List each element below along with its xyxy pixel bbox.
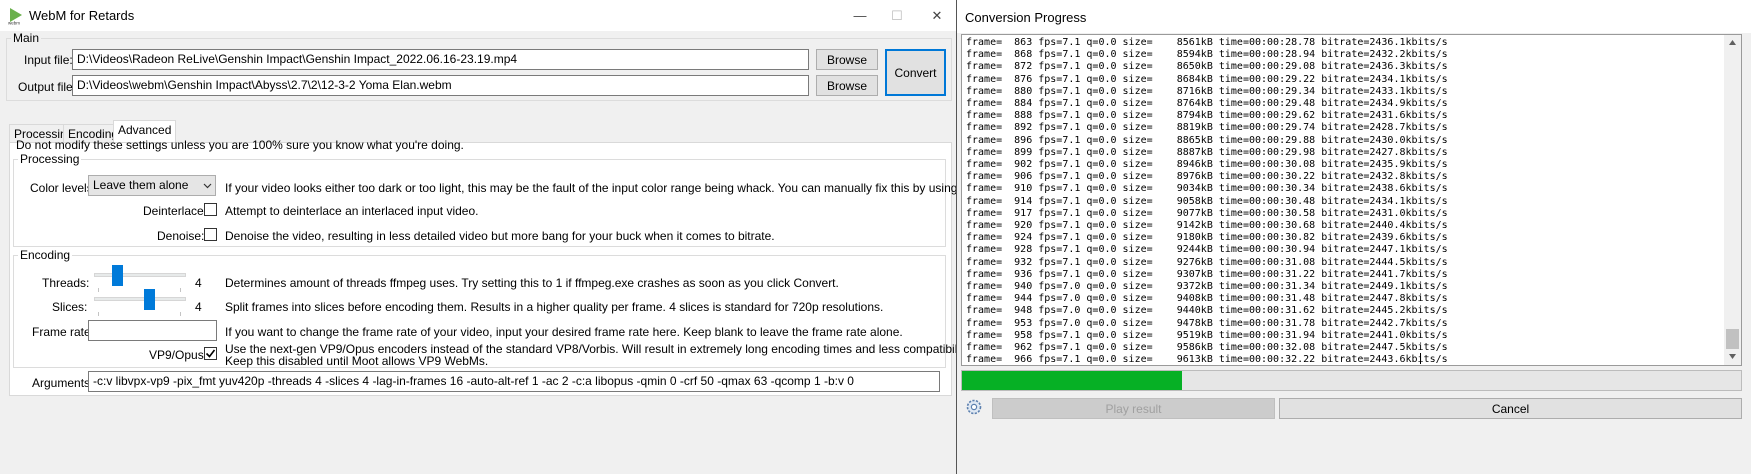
main-group-legend: Main — [13, 31, 40, 45]
minimize-icon: — — [853, 8, 867, 23]
color-levels-label: Color levels: — [30, 181, 97, 195]
log-line: frame= 884 fps=7.1 q=0.0 size= 8764kB ti… — [966, 98, 1448, 110]
threads-value: 4 — [195, 276, 202, 290]
log-scrollbar-thumb[interactable] — [1726, 329, 1739, 349]
arguments-label: Arguments: — [32, 376, 94, 390]
log-line: frame= 872 fps=7.1 q=0.0 size= 8650kB ti… — [966, 61, 1448, 73]
frame-rate-label: Frame rate: — [32, 325, 95, 339]
log-line: frame= 928 fps=7.1 q=0.0 size= 9244kB ti… — [966, 244, 1448, 256]
vp9-opus-checkbox[interactable] — [204, 347, 217, 360]
output-file-label: Output file: — [18, 80, 77, 94]
frame-rate-help: If you want to change the frame rate of … — [225, 325, 903, 339]
threads-slider-track — [94, 273, 186, 277]
log-line: frame= 944 fps=7.0 q=0.0 size= 9408kB ti… — [966, 293, 1448, 305]
color-levels-value: Leave them alone — [93, 178, 189, 192]
log-lines: frame= 863 fps=7.1 q=0.0 size= 8561kB ti… — [966, 37, 1448, 366]
log-line: frame= 876 fps=7.1 q=0.0 size= 8684kB ti… — [966, 73, 1448, 85]
browse-input-button[interactable]: Browse — [816, 49, 878, 70]
denoise-checkbox[interactable] — [204, 228, 217, 241]
progress-titlebar[interactable]: Conversion Progress — [957, 0, 1751, 33]
output-file-field[interactable]: D:\Videos\webm\Genshin Impact\Abyss\2.7\… — [72, 75, 809, 96]
webm-logo-icon: webm — [8, 8, 22, 26]
log-line: frame= 888 fps=7.1 q=0.0 size= 8794kB ti… — [966, 110, 1448, 122]
log-line: frame= 962 fps=7.1 q=0.0 size= 9586kB ti… — [966, 342, 1448, 354]
text-caret — [1420, 353, 1421, 364]
color-levels-select[interactable]: Leave them alone — [88, 175, 216, 196]
threads-label: Threads: — [42, 276, 90, 290]
ffmpeg-log-output[interactable]: frame= 863 fps=7.1 q=0.0 size= 8561kB ti… — [961, 34, 1742, 366]
input-file-label: Input file: — [24, 53, 73, 67]
log-line: frame= 936 fps=7.1 q=0.0 size= 9307kB ti… — [966, 268, 1448, 280]
vp9-opus-label: VP9/Opus: — [149, 348, 208, 362]
threads-slider-thumb[interactable] — [111, 265, 123, 286]
log-line: frame= 892 fps=7.1 q=0.0 size= 8819kB ti… — [966, 122, 1448, 134]
progress-bar-fill — [962, 371, 1183, 390]
deinterlace-checkbox[interactable] — [204, 203, 217, 216]
chevron-down-icon — [203, 183, 212, 189]
log-line: frame= 932 fps=7.1 q=0.0 size= 9276kB ti… — [966, 256, 1448, 268]
scroll-up-icon[interactable] — [1728, 39, 1737, 46]
slices-help: Split frames into slices before encoding… — [225, 300, 884, 314]
conversion-progress-window: Conversion Progress frame= 863 fps=7.1 q… — [956, 0, 1751, 474]
slices-slider-track — [94, 297, 186, 301]
frame-rate-input[interactable] — [88, 320, 217, 341]
log-line: frame= 899 fps=7.1 q=0.0 size= 8887kB ti… — [966, 146, 1448, 158]
progress-window-title: Conversion Progress — [965, 10, 1087, 25]
play-result-button[interactable]: Play result — [992, 398, 1275, 419]
input-file-field[interactable]: D:\Videos\Radeon ReLive\Genshin Impact\G… — [72, 49, 809, 70]
log-line: frame= 966 fps=7.1 q=0.0 size= 9613kB ti… — [966, 354, 1448, 366]
svg-text:webm: webm — [8, 21, 20, 26]
deinterlace-help: Attempt to deinterlace an interlaced inp… — [225, 204, 479, 218]
window-title: WebM for Retards — [29, 8, 135, 23]
processing-group-legend: Processing — [20, 152, 80, 166]
scroll-down-icon[interactable] — [1728, 353, 1737, 360]
log-scrollbar[interactable] — [1724, 35, 1741, 365]
deinterlace-label: Deinterlace: — [143, 204, 208, 218]
log-line: frame= 953 fps=7.0 q=0.0 size= 9478kB ti… — [966, 317, 1448, 329]
log-line: frame= 940 fps=7.0 q=0.0 size= 9372kB ti… — [966, 281, 1448, 293]
maximize-icon: ☐ — [891, 7, 903, 23]
log-line: frame= 880 fps=7.1 q=0.0 size= 8716kB ti… — [966, 85, 1448, 97]
convert-button[interactable]: Convert — [885, 49, 946, 96]
settings-gear-icon[interactable] — [965, 398, 983, 416]
slices-slider-tick — [180, 312, 181, 316]
cancel-button[interactable]: Cancel — [1279, 398, 1742, 419]
conversion-progress-bar — [961, 370, 1742, 391]
slices-value: 4 — [195, 300, 202, 314]
slices-label: Slices: — [52, 300, 88, 314]
log-line: frame= 906 fps=7.1 q=0.0 size= 8976kB ti… — [966, 171, 1448, 183]
denoise-label: Denoise: — [157, 229, 205, 243]
log-line: frame= 863 fps=7.1 q=0.0 size= 8561kB ti… — [966, 37, 1448, 48]
close-button[interactable]: ✕ — [914, 0, 960, 31]
log-line: frame= 958 fps=7.1 q=0.0 size= 9519kB ti… — [966, 329, 1448, 341]
close-icon: ✕ — [931, 7, 943, 23]
encoding-group-legend: Encoding — [20, 248, 71, 262]
threads-help: Determines amount of threads ffmpeg uses… — [225, 276, 839, 290]
log-line: frame= 920 fps=7.1 q=0.0 size= 9142kB ti… — [966, 220, 1448, 232]
advanced-tab-panel: Do not modify these settings unless you … — [9, 138, 1019, 396]
log-line: frame= 948 fps=7.0 q=0.0 size= 9440kB ti… — [966, 305, 1448, 317]
log-line: frame= 917 fps=7.1 q=0.0 size= 9077kB ti… — [966, 207, 1448, 219]
color-levels-help: If your video looks either too dark or t… — [225, 181, 1019, 195]
main-window: webm WebM for Retards — ☐ ✕ Main Input f… — [0, 0, 1065, 474]
slices-slider-tick — [98, 312, 99, 316]
arguments-input[interactable]: -c:v libvpx-vp9 -pix_fmt yuv420p -thread… — [88, 371, 940, 392]
log-line: frame= 896 fps=7.1 q=0.0 size= 8865kB ti… — [966, 134, 1448, 146]
log-line: frame= 914 fps=7.1 q=0.0 size= 9058kB ti… — [966, 195, 1448, 207]
slices-slider-thumb[interactable] — [144, 289, 156, 310]
denoise-help: Denoise the video, resulting in less det… — [225, 229, 775, 243]
main-titlebar[interactable]: webm WebM for Retards — ☐ ✕ — [0, 0, 1065, 31]
slices-slider[interactable] — [94, 289, 186, 317]
vp9-opus-help-line2: Keep this disabled until Moot allows VP9… — [225, 354, 489, 368]
log-line: frame= 924 fps=7.1 q=0.0 size= 9180kB ti… — [966, 232, 1448, 244]
browse-output-button[interactable]: Browse — [816, 75, 878, 96]
log-line: frame= 910 fps=7.1 q=0.0 size= 9034kB ti… — [966, 183, 1448, 195]
log-line: frame= 868 fps=7.1 q=0.0 size= 8594kB ti… — [966, 49, 1448, 61]
advanced-warning: Do not modify these settings unless you … — [16, 138, 464, 152]
log-line: frame= 902 fps=7.1 q=0.0 size= 8946kB ti… — [966, 159, 1448, 171]
checkmark-icon — [205, 349, 216, 358]
